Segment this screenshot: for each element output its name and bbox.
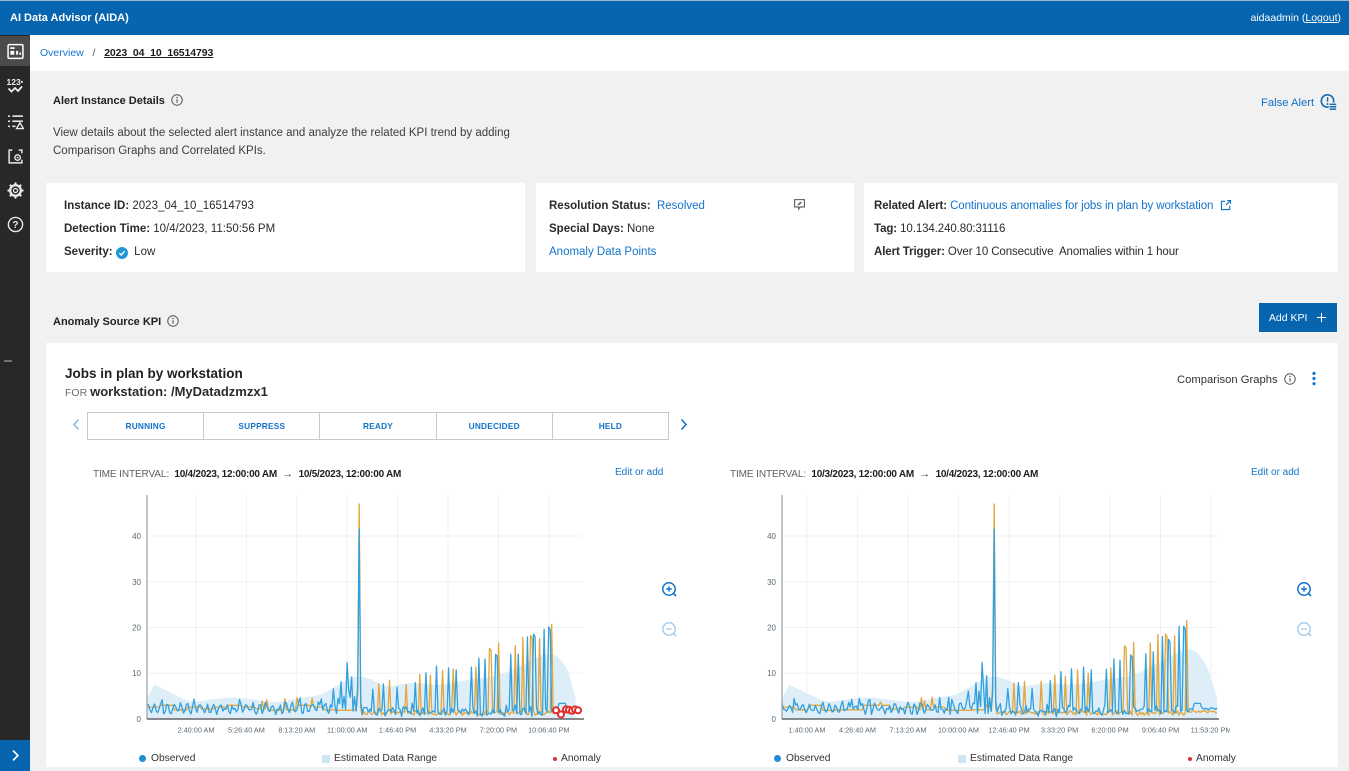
svg-text:7:20:00 PM: 7:20:00 PM	[480, 726, 517, 735]
svg-text:123: 123	[7, 76, 21, 86]
svg-text:40: 40	[767, 532, 776, 541]
svg-text:10:06:40 PM: 10:06:40 PM	[528, 726, 569, 735]
svg-text:12:46:40 PM: 12:46:40 PM	[988, 726, 1029, 735]
svg-text:9:06:40 PM: 9:06:40 PM	[1142, 726, 1179, 735]
svg-text:20: 20	[767, 624, 776, 633]
svg-text:10: 10	[132, 669, 141, 678]
svg-text:10:00:00 AM: 10:00:00 AM	[938, 726, 979, 735]
svg-text:10: 10	[767, 669, 776, 678]
svg-text:40: 40	[132, 532, 141, 541]
svg-text:5:26:40 AM: 5:26:40 AM	[228, 726, 265, 735]
svg-text:?: ?	[12, 220, 18, 231]
svg-text:11:00:00 AM: 11:00:00 AM	[327, 726, 367, 735]
svg-text:7:13:20 AM: 7:13:20 AM	[890, 726, 927, 735]
svg-text:1:40:00 AM: 1:40:00 AM	[789, 726, 826, 735]
svg-text:3:33:20 PM: 3:33:20 PM	[1041, 726, 1078, 735]
svg-text:0: 0	[772, 715, 777, 724]
svg-text:4:33:20 PM: 4:33:20 PM	[429, 726, 466, 735]
svg-text:30: 30	[132, 578, 141, 587]
svg-text:1:46:40 PM: 1:46:40 PM	[379, 726, 416, 735]
svg-text:8:13:20 AM: 8:13:20 AM	[278, 726, 315, 735]
svg-text:2:40:00 AM: 2:40:00 AM	[178, 726, 215, 735]
svg-text:0: 0	[137, 715, 142, 724]
svg-text:11:53:20 PM: 11:53:20 PM	[1191, 726, 1230, 735]
svg-text:6:20:00 PM: 6:20:00 PM	[1091, 726, 1128, 735]
svg-text:20: 20	[132, 624, 141, 633]
svg-text:4:26:40 AM: 4:26:40 AM	[839, 726, 876, 735]
svg-text:30: 30	[767, 578, 776, 587]
